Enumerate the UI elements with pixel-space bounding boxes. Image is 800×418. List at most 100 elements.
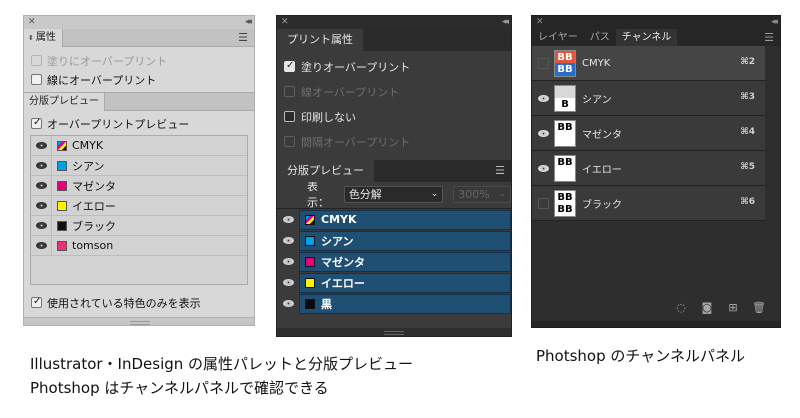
new-channel-icon[interactable]: ⊞ — [726, 301, 740, 314]
separation-name: CMYK — [321, 213, 357, 226]
separation-row[interactable]: ブラック — [31, 215, 247, 236]
load-selection-icon[interactable]: ◌ — [674, 301, 688, 314]
visibility-toggle[interactable] — [31, 135, 52, 156]
print-attribute-option[interactable]: 線オーバープリント — [277, 79, 511, 104]
separation-row-body[interactable]: マゼンタ — [299, 251, 511, 272]
option-checkbox[interactable] — [284, 86, 295, 97]
tab-bar: プリント属性 — [277, 29, 511, 51]
print-attribute-option[interactable]: 間隔オーバープリント — [277, 129, 511, 154]
tab-1[interactable]: パス — [584, 29, 616, 46]
tab-0[interactable]: レイヤー — [532, 29, 584, 46]
view-select[interactable]: 色分解 ⌄ — [343, 185, 444, 203]
panel-menu-icon[interactable]: ☰ — [495, 165, 505, 176]
collapse-icon[interactable]: ◂◂ — [771, 17, 778, 28]
visibility-toggle[interactable] — [532, 81, 554, 116]
visibility-toggle[interactable] — [277, 251, 299, 272]
show-used-spot-checkbox[interactable] — [31, 296, 42, 308]
overprint-stroke-option[interactable]: 線にオーバープリント — [24, 70, 254, 89]
separation-name: 黒 — [321, 297, 332, 311]
panel-title-bar[interactable]: ✕ ◂◂ — [24, 16, 254, 29]
separation-row[interactable]: イエロー — [31, 195, 247, 216]
channel-row[interactable]: BB BB CMYK ⌘2 — [532, 46, 765, 81]
resize-grip[interactable] — [24, 317, 254, 325]
tab-attributes[interactable]: ⬍ 属性 — [24, 29, 63, 47]
color-swatch — [57, 200, 67, 211]
overprint-fill-checkbox[interactable] — [31, 55, 42, 66]
visibility-toggle[interactable] — [277, 230, 299, 251]
visibility-toggle[interactable] — [31, 215, 52, 236]
option-checkbox[interactable] — [284, 136, 295, 147]
channel-row[interactable]: BB マゼンタ ⌘4 — [532, 116, 765, 151]
zoom-select[interactable]: 300% ⌄ — [453, 185, 511, 203]
visibility-toggle[interactable] — [31, 235, 52, 256]
separation-row[interactable]: tomson — [31, 235, 247, 256]
panel-title-bar[interactable]: ✕ ◂◂ — [277, 16, 511, 29]
close-icon[interactable]: ✕ — [28, 17, 36, 28]
show-used-spot-option[interactable]: 使用されている特色のみを表示 — [24, 293, 201, 312]
separation-row[interactable]: CMYK — [31, 135, 247, 156]
separation-row[interactable]: シアン — [31, 155, 247, 176]
visibility-toggle[interactable] — [532, 186, 554, 221]
resize-grip[interactable] — [532, 321, 780, 327]
cmyk-swatch-icon — [57, 140, 67, 151]
separation-row-body[interactable]: イエロー — [299, 272, 511, 293]
cmyk-swatch-icon — [305, 214, 315, 225]
visibility-toggle[interactable] — [31, 195, 52, 216]
visibility-toggle[interactable] — [31, 175, 52, 196]
tab-separations-preview[interactable]: 分版プレビュー — [277, 160, 374, 182]
panel-footer: ◌ ◙ ⊞ 🗑 — [532, 297, 780, 317]
overprint-preview-option[interactable]: オーバープリントプレビュー — [24, 114, 254, 133]
separation-name: tomson — [72, 239, 114, 252]
separation-row[interactable]: CMYK — [277, 209, 511, 230]
print-attribute-options: 塗りオーバープリント線オーバープリント印刷しない間隔オーバープリント — [277, 54, 511, 154]
separations-list: CMYK シアン マゼンタ イエロー ブラック tomson — [30, 135, 248, 285]
collapse-icon[interactable]: ◂◂ — [502, 17, 509, 28]
save-selection-as-channel-icon[interactable]: ◙ — [700, 301, 714, 314]
visibility-toggle[interactable] — [532, 151, 554, 186]
separation-row-body[interactable]: シアン — [299, 230, 511, 251]
visibility-toggle[interactable] — [31, 155, 52, 176]
overprint-fill-option[interactable]: 塗りにオーバープリント — [24, 51, 254, 70]
panel-title-bar[interactable]: ✕ ◂◂ — [532, 16, 780, 29]
visibility-toggle[interactable] — [277, 272, 299, 293]
panel-menu-icon[interactable]: ☰ — [764, 32, 774, 43]
channel-thumbnail: BB — [554, 154, 576, 182]
separation-row[interactable]: 黒 — [277, 293, 511, 314]
channel-thumbnail: BB BB — [554, 49, 576, 77]
close-icon[interactable]: ✕ — [281, 17, 289, 28]
separation-name: マゼンタ — [321, 255, 365, 269]
channel-name: イエロー — [582, 164, 622, 176]
resize-grip[interactable] — [277, 328, 511, 336]
channel-row[interactable]: BB イエロー ⌘5 — [532, 151, 765, 186]
panel-menu-icon[interactable]: ☰ — [238, 32, 248, 43]
option-label: 線オーバープリント — [301, 85, 400, 99]
separation-row[interactable]: イエロー — [277, 272, 511, 293]
color-swatch — [57, 240, 67, 251]
channel-row[interactable]: B シアン ⌘3 — [532, 81, 765, 116]
close-icon[interactable]: ✕ — [536, 17, 544, 28]
separation-row[interactable]: マゼンタ — [277, 251, 511, 272]
toggle-arrows-icon[interactable]: ⬍ — [28, 29, 34, 47]
eye-icon — [282, 279, 294, 286]
tab-separations-preview[interactable]: 分版プレビュー — [24, 93, 105, 111]
collapse-icon[interactable]: ◂◂ — [245, 17, 252, 28]
option-checkbox[interactable] — [284, 60, 295, 72]
overprint-preview-checkbox[interactable] — [31, 117, 42, 129]
delete-channel-icon[interactable]: 🗑 — [752, 301, 766, 314]
separation-row[interactable]: マゼンタ — [31, 175, 247, 196]
channel-shortcut: ⌘4 — [740, 127, 755, 137]
print-attribute-option[interactable]: 塗りオーバープリント — [277, 54, 511, 79]
visibility-toggle[interactable] — [532, 116, 554, 151]
tab-print-attributes[interactable]: プリント属性 — [277, 29, 363, 51]
visibility-toggle[interactable] — [532, 46, 554, 81]
separation-row[interactable]: シアン — [277, 230, 511, 251]
tab-2[interactable]: チャンネル — [615, 29, 678, 46]
overprint-stroke-checkbox[interactable] — [31, 74, 42, 85]
option-checkbox[interactable] — [284, 111, 295, 122]
channel-row[interactable]: BB BB ブラック ⌘6 — [532, 186, 765, 221]
print-attribute-option[interactable]: 印刷しない — [277, 104, 511, 129]
separation-row-body[interactable]: 黒 — [299, 293, 511, 314]
visibility-toggle[interactable] — [277, 293, 299, 314]
separation-row-body[interactable]: CMYK — [299, 209, 511, 230]
visibility-toggle[interactable] — [277, 209, 299, 230]
